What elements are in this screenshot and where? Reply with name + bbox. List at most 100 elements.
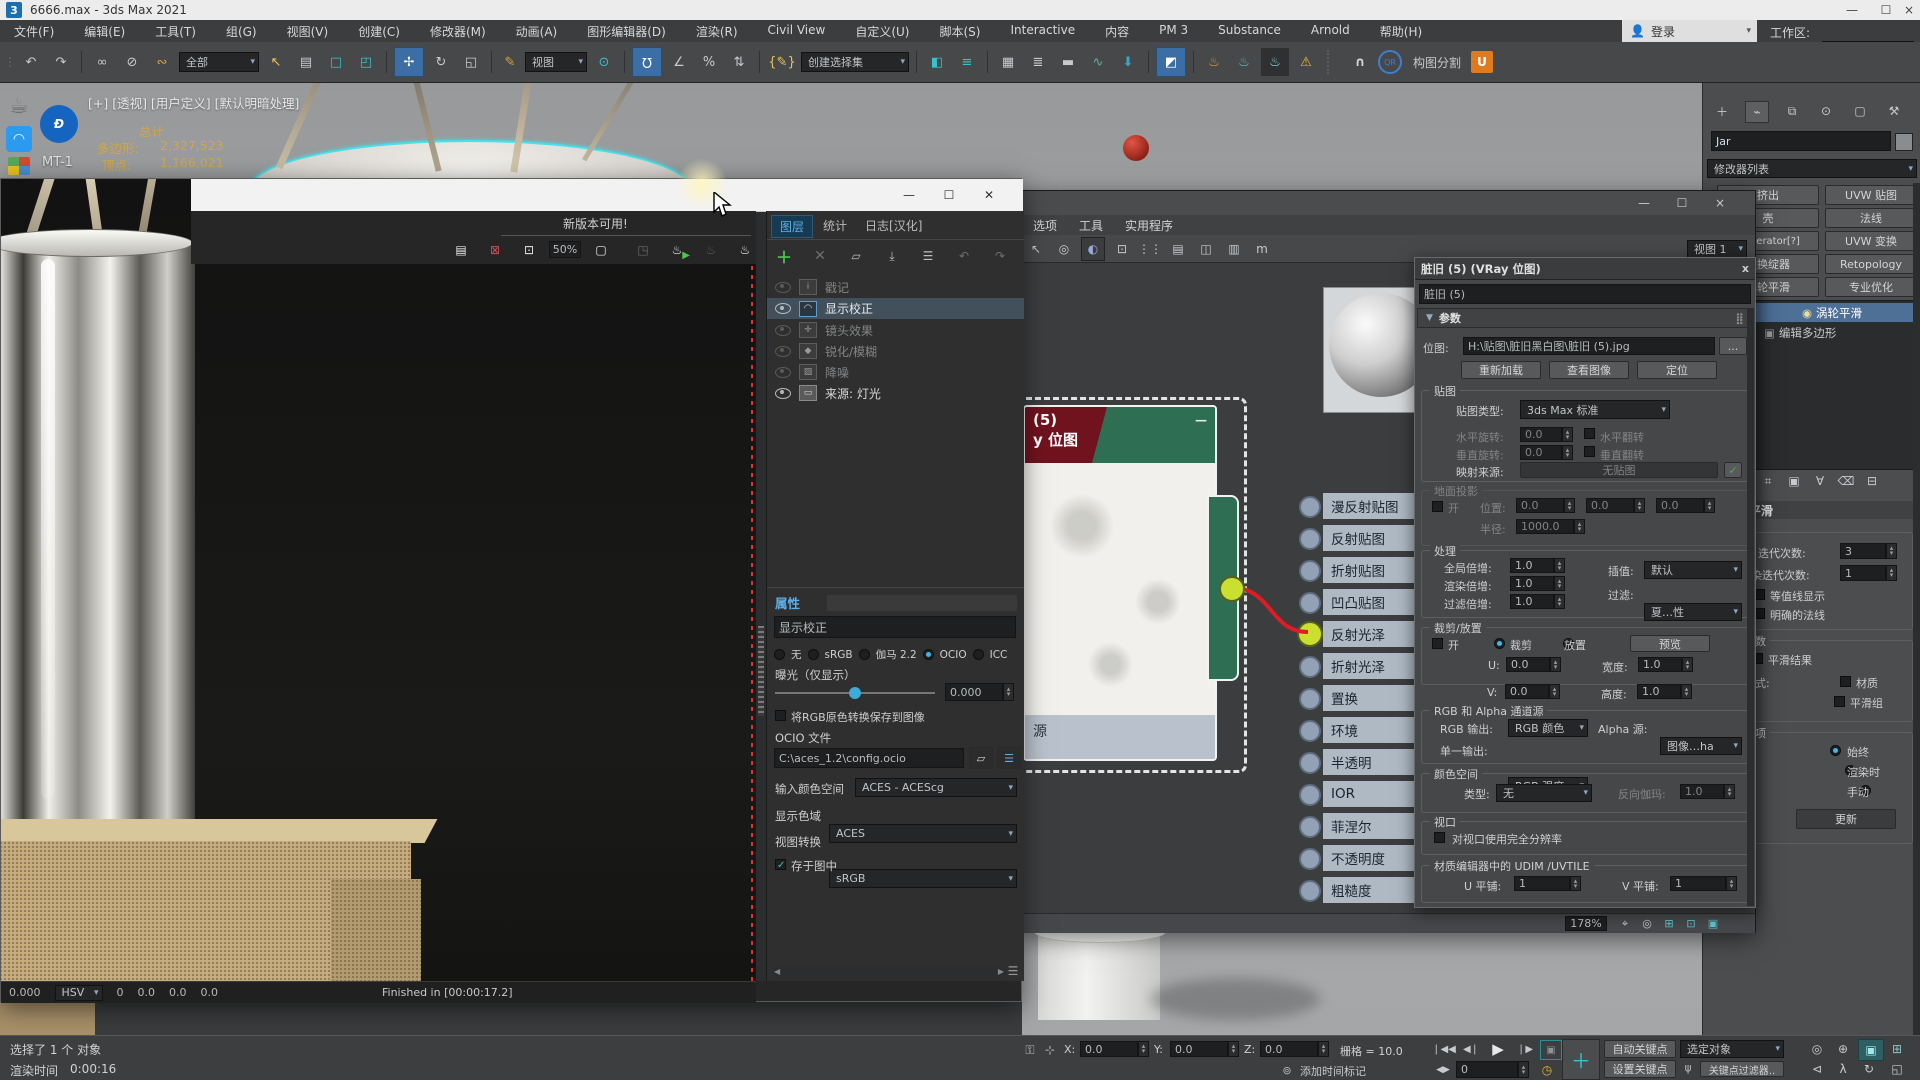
menu-substance[interactable]: Substance xyxy=(1218,23,1281,40)
vfb-render-icon[interactable]: ♨ xyxy=(731,237,759,263)
load-layers-icon[interactable]: ▱ xyxy=(845,245,867,267)
vfb-save-icon[interactable]: ▤ xyxy=(449,239,473,261)
render-production-icon[interactable]: ♨ xyxy=(1261,48,1289,76)
selected-objects-dropdown[interactable]: 选定对象 xyxy=(1680,1040,1784,1058)
isolate-selection-icon[interactable]: ▣ xyxy=(1540,1040,1562,1060)
slate-minimize-button[interactable]: — xyxy=(1629,193,1659,213)
scroll-right-icon[interactable]: ▶ xyxy=(998,967,1004,976)
select-link-icon[interactable]: ∞ xyxy=(89,49,115,75)
edit-named-sets-icon[interactable]: {✎} xyxy=(767,49,797,75)
width-field[interactable]: 1.0 xyxy=(1638,657,1682,672)
y-field[interactable]: 0.0 xyxy=(1170,1041,1228,1057)
coord-system-dropdown[interactable]: 视图 xyxy=(525,52,587,72)
fov-icon[interactable]: ⊲ xyxy=(1806,1060,1828,1078)
slot-socket[interactable] xyxy=(1299,752,1321,774)
slate-show-map-icon[interactable]: ⊡ xyxy=(1111,238,1133,260)
use-pivot-center-icon[interactable]: ⊙ xyxy=(591,49,617,75)
gmul-field[interactable]: 1.0 xyxy=(1510,558,1554,573)
percent-snap-icon[interactable]: % xyxy=(696,49,722,75)
time-tag-label[interactable]: 添加时间标记 xyxy=(1300,1063,1366,1079)
menu-edit[interactable]: 编辑(E) xyxy=(84,23,125,40)
slot-socket[interactable] xyxy=(1299,560,1321,582)
vfb-tab-stats[interactable]: 统计 xyxy=(815,215,855,238)
vfb-close-button[interactable]: ✕ xyxy=(971,183,1007,207)
z-field[interactable]: 0.0 xyxy=(1260,1041,1318,1057)
menu-views[interactable]: 视图(V) xyxy=(287,23,329,40)
orbit-icon[interactable]: ↻ xyxy=(1858,1060,1880,1078)
menu-scripting[interactable]: 脚本(S) xyxy=(939,23,980,40)
tab-utilities-icon[interactable]: ⚒ xyxy=(1883,101,1905,121)
filter-dropdown[interactable]: 夏…性 xyxy=(1644,603,1742,621)
viewport-fullres-checkbox[interactable] xyxy=(1434,832,1445,843)
curve-editor-icon[interactable]: ∿ xyxy=(1085,49,1111,75)
current-frame-field[interactable]: 0 xyxy=(1456,1061,1518,1078)
remove-modifier-icon[interactable]: ⌫ xyxy=(1837,472,1855,490)
vfb-maximize-button[interactable]: ☐ xyxy=(931,183,967,207)
vfb-tab-log[interactable]: 日志[汉化] xyxy=(857,215,930,238)
play-icon[interactable]: ▶ xyxy=(1486,1038,1510,1060)
next-frame-icon[interactable]: ❘▶ xyxy=(1514,1040,1536,1058)
qr-icon[interactable]: QR xyxy=(1377,49,1403,75)
object-color-swatch[interactable] xyxy=(1895,133,1913,151)
tab-hierarchy-icon[interactable]: ⧉ xyxy=(1781,101,1803,121)
update-button[interactable]: 更新 xyxy=(1796,809,1896,829)
v-spinner[interactable] xyxy=(1549,684,1560,699)
vfb-track-mouse-icon[interactable]: ⊡ xyxy=(517,239,541,261)
prop-layer-name-field[interactable]: 显示校正 xyxy=(774,616,1016,638)
dock-hscrollbar[interactable]: ◀ ▶ xyxy=(772,967,1006,977)
select-object-icon[interactable]: ↖ xyxy=(263,49,289,75)
menu-help[interactable]: 帮助(H) xyxy=(1380,23,1422,40)
move-tool-icon[interactable]: ✢ xyxy=(394,47,424,77)
command-panel-scrollbar[interactable] xyxy=(1913,183,1920,1035)
eye-icon[interactable] xyxy=(775,282,791,293)
ribbon-toggle-icon[interactable]: ▬ xyxy=(1055,49,1081,75)
vfb-update-notice[interactable]: 新版本可用! xyxy=(563,215,628,232)
alpha-src-dropdown[interactable]: 图像…ha xyxy=(1660,737,1742,755)
slate-maximize-button[interactable]: ☐ xyxy=(1667,193,1697,213)
minimize-button[interactable]: — xyxy=(1838,0,1866,20)
modifier-button[interactable]: UVW 变换 xyxy=(1825,231,1917,251)
undo-button[interactable]: ↶ xyxy=(18,49,44,75)
time-config-icon[interactable]: ◷ xyxy=(1538,1061,1556,1078)
reload-button[interactable]: 重新加载 xyxy=(1461,361,1541,379)
eye-icon[interactable] xyxy=(775,325,791,336)
slate-layout-icon[interactable]: ▤ xyxy=(1167,238,1189,260)
blue-logo-icon[interactable]: Ð xyxy=(40,105,78,143)
frame-spinner[interactable] xyxy=(1518,1061,1529,1078)
view-image-button[interactable]: 查看图像 xyxy=(1549,361,1629,379)
eye-icon[interactable] xyxy=(775,303,791,314)
menu-pm3[interactable]: PM 3 xyxy=(1159,23,1188,40)
vfb-titlebar[interactable]: — ☐ ✕ xyxy=(191,179,1023,212)
layer-list-icon[interactable]: ☰ xyxy=(917,245,939,267)
named-sets-dropdown[interactable]: 创建选择集 xyxy=(801,52,909,72)
slate-view-dropdown[interactable]: 视图 1 xyxy=(1687,240,1747,258)
u-tile-spinner[interactable] xyxy=(1570,876,1581,891)
u-spinner[interactable] xyxy=(1550,657,1561,672)
red-sphere-object[interactable] xyxy=(1123,135,1149,161)
motion-capture-icon[interactable]: ⋔ xyxy=(1680,1060,1696,1078)
ocio-path-field[interactable]: C:\aces_1.2\config.ocio xyxy=(774,748,964,768)
slot-socket[interactable] xyxy=(1299,592,1321,614)
u-tile-field[interactable]: 1 xyxy=(1514,876,1570,891)
cs-type-dropdown[interactable]: 无 xyxy=(1496,784,1592,802)
prev-frame-icon[interactable]: ◀❘ xyxy=(1460,1040,1482,1058)
bitmap-path-field[interactable]: H:\贴图\脏旧黑白图\脏旧 (5).jpg xyxy=(1463,337,1715,355)
slot-socket[interactable] xyxy=(1299,496,1321,518)
menu-create[interactable]: 创建(C) xyxy=(358,23,400,40)
slate-assign-material-icon[interactable]: ◐ xyxy=(1081,237,1105,261)
rmul-field[interactable]: 1.0 xyxy=(1510,576,1554,591)
render-iterations-spinner[interactable] xyxy=(1886,565,1897,581)
iterations-spinner[interactable] xyxy=(1886,543,1897,559)
make-unique-icon[interactable]: ∀ xyxy=(1811,472,1829,490)
input-space-dropdown[interactable]: ACES - ACEScg xyxy=(855,778,1017,797)
modifier-button[interactable]: 法线 xyxy=(1825,208,1917,228)
slot-socket[interactable] xyxy=(1299,720,1321,742)
modifier-button[interactable]: UVW 贴图 xyxy=(1825,185,1917,205)
layer-explorer-icon[interactable]: ≣ xyxy=(1025,49,1051,75)
save-rgb-checkbox[interactable] xyxy=(775,710,786,721)
vray-panel-titlebar[interactable]: 脏旧 (5) (VRay 位图) x xyxy=(1415,258,1755,280)
tab-modify-icon[interactable]: ⌁ xyxy=(1745,101,1769,123)
add-layer-icon[interactable]: ＋ xyxy=(773,245,795,267)
always-radio[interactable] xyxy=(1830,745,1841,756)
configure-modifier-sets-icon[interactable]: ⊟ xyxy=(1863,472,1881,490)
